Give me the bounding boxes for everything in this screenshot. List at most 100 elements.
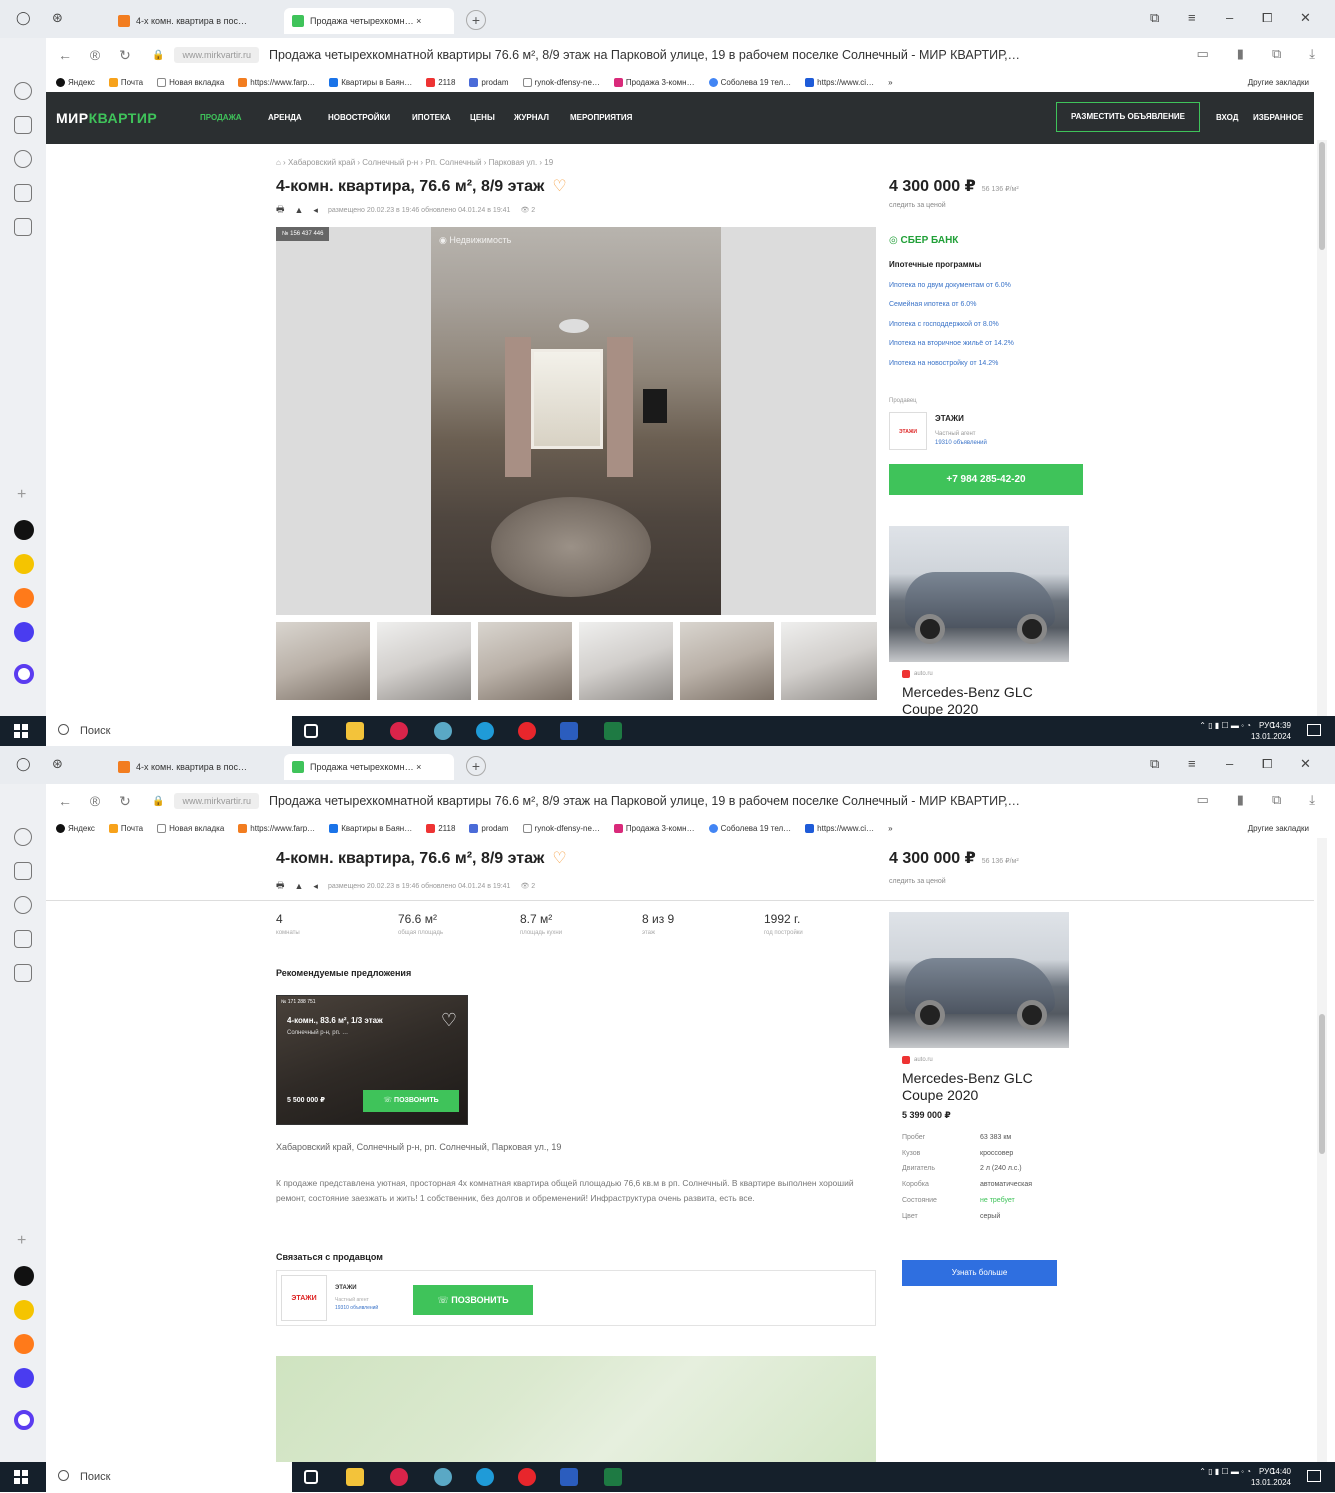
url-field[interactable]: 🔒 www.mirkvartir.ru Продажа четырехкомна… [152,43,1020,67]
bookmark-2118[interactable]: 2118 [426,77,455,87]
seller-listings-link[interactable]: 19310 объявлений [935,440,987,446]
mortgage-link[interactable]: Ипотека по двум документам от 6.0% [889,282,1011,289]
other-bookmarks[interactable]: Другие закладки [1248,824,1309,833]
favorites-link[interactable]: ИЗБРАННОЕ [1253,113,1303,122]
new-tab-button[interactable]: + [466,10,486,30]
reload-icon[interactable]: ↻ [114,793,136,810]
tab-1[interactable]: 4-х комн. квартира в пос… [110,8,278,34]
share-icon[interactable]: ◂ [313,881,318,892]
image-icon[interactable] [14,218,32,236]
share-icon[interactable]: ◂ [313,205,318,216]
profile-icon[interactable]: ◯ [16,756,31,772]
tab-1[interactable]: 4-х комн. квартира в пос… [110,754,278,780]
word-icon[interactable] [560,1468,578,1486]
nav-prices[interactable]: цены [470,113,495,122]
track-price-link[interactable]: следить за ценой [889,202,946,209]
warning-icon[interactable]: ▲ [295,881,304,891]
seller-listings-link[interactable]: 19310 объявлений [335,1305,378,1311]
close-icon[interactable]: ✕ [1300,10,1311,26]
notes-icon[interactable] [14,184,32,202]
nav-rent[interactable]: аренда [268,113,302,122]
excel-icon[interactable] [604,1468,622,1486]
notifications-icon[interactable] [1307,724,1321,736]
app-icon[interactable] [14,520,34,540]
post-ad-button[interactable]: РАЗМЕСТИТЬ ОБЪЯВЛЕНИЕ [1056,102,1200,132]
yandex-browser-icon[interactable] [390,722,408,740]
bookmark-mail[interactable]: Почта [108,77,143,87]
play-icon[interactable] [14,150,32,168]
nav-journal[interactable]: журнал [514,113,549,122]
play-icon[interactable] [14,896,32,914]
profile-icon[interactable]: ◯ [16,10,31,26]
minimize-icon[interactable]: – [1226,756,1233,771]
app-icon[interactable] [14,1368,34,1388]
bookmarks-more[interactable]: » [888,824,892,833]
app-icon[interactable] [14,622,34,642]
windows-start-icon[interactable] [14,724,28,738]
bookmark-kvartiry[interactable]: Квартиры в Баян… [329,77,412,87]
page-scrollbar[interactable] [1317,140,1327,716]
app-icon[interactable] [14,1266,34,1286]
bookmark-soboleva[interactable]: Соболева 19 тел… [708,823,791,833]
bookmark-newtab[interactable]: Новая вкладка [157,77,224,87]
tab-2[interactable]: Продажа четырехкомн… × [284,8,454,34]
back-icon[interactable]: ← [54,793,76,809]
back-icon[interactable]: ← [54,47,76,63]
track-price-link[interactable]: следить за ценой [889,878,946,885]
task-view-icon[interactable] [304,1470,318,1484]
bookmarks-more[interactable]: » [888,78,892,87]
thumbnail[interactable] [377,622,471,700]
app-icon[interactable] [434,722,452,740]
print-icon[interactable]: 🖶 [276,878,285,894]
recommended-call-button[interactable]: ☏ ПОЗВОНИТЬ [363,1090,459,1112]
thumbnail[interactable] [680,622,774,700]
ad-car-image[interactable] [889,526,1069,662]
print-icon[interactable]: 🖶 [276,202,285,218]
collections-icon[interactable]: ⧉ [1150,756,1159,772]
bookmark-prodazha[interactable]: Продажа 3-комн… [613,823,695,833]
bookmark-rynok[interactable]: rynok-dfensy-ne… [522,77,600,87]
mortgage-link[interactable]: Ипотека на новостройку от 14.2% [889,360,998,367]
seller-logo[interactable]: ЭТАЖИ [889,412,927,450]
nav-events[interactable]: мероприятия [570,113,632,122]
mortgage-link[interactable]: Ипотека с господдержкой от 8.0% [889,321,999,328]
mortgage-link[interactable]: Семейная ипотека от 6.0% [889,301,976,308]
explorer-icon[interactable] [346,1468,364,1486]
nav-sale[interactable]: продажа [200,113,242,122]
bookmark-2118[interactable]: 2118 [426,823,455,833]
word-icon[interactable] [560,722,578,740]
favorite-heart-icon[interactable]: ♡ [552,178,566,195]
taskbar-search[interactable]: Поиск [46,1462,292,1492]
recommended-card[interactable]: № 171 288 751 4-комн., 83.6 м², 1/3 этаж… [276,995,468,1125]
history-icon[interactable] [14,828,32,846]
login-link[interactable]: ВХОД [1216,113,1238,122]
edge-icon[interactable] [476,1468,494,1486]
app-icon[interactable] [14,1410,34,1430]
seller-name[interactable]: ЭТАЖИ [335,1285,357,1291]
download-icon[interactable]: ⤓ [1309,792,1315,808]
reader-icon[interactable]: ▭ [1197,792,1209,808]
bookmark-yandex[interactable]: Яндекс [56,77,95,87]
bookmark-farpost[interactable]: https://www.farp… [238,77,315,87]
notifications-icon[interactable] [1307,1470,1321,1482]
main-photo[interactable]: ◉ Недвижимость [431,227,721,615]
app-icon[interactable] [14,554,34,574]
yandex-icon[interactable] [518,1468,536,1486]
ad-title[interactable]: Mercedes-Benz GLC Coupe 2020 [902,684,1072,718]
sber-logo[interactable]: ◎ СБЕР БАНК [889,235,958,246]
collections-icon[interactable]: ⧉ [1150,10,1159,26]
app-icon[interactable] [14,1300,34,1320]
yandex-browser-icon[interactable] [390,1468,408,1486]
collections-icon[interactable]: ⧉ [1272,792,1281,808]
yandex-icon[interactable] [518,722,536,740]
new-tab-button[interactable]: + [466,756,486,776]
bookmark-prodam[interactable]: prodam [469,823,509,833]
bookmark-kvartiry[interactable]: Квартиры в Баян… [329,823,412,833]
nav-newbuild[interactable]: новостройки [328,113,390,122]
page-scrollbar[interactable] [1317,838,1327,1462]
taskbar-search[interactable]: Поиск [46,716,292,746]
edge-icon[interactable] [476,722,494,740]
url-field[interactable]: 🔒 www.mirkvartir.ru Продажа четырехкомна… [152,789,1020,813]
minimize-icon[interactable]: – [1226,10,1233,25]
collections-icon[interactable]: ⧉ [1272,46,1281,62]
